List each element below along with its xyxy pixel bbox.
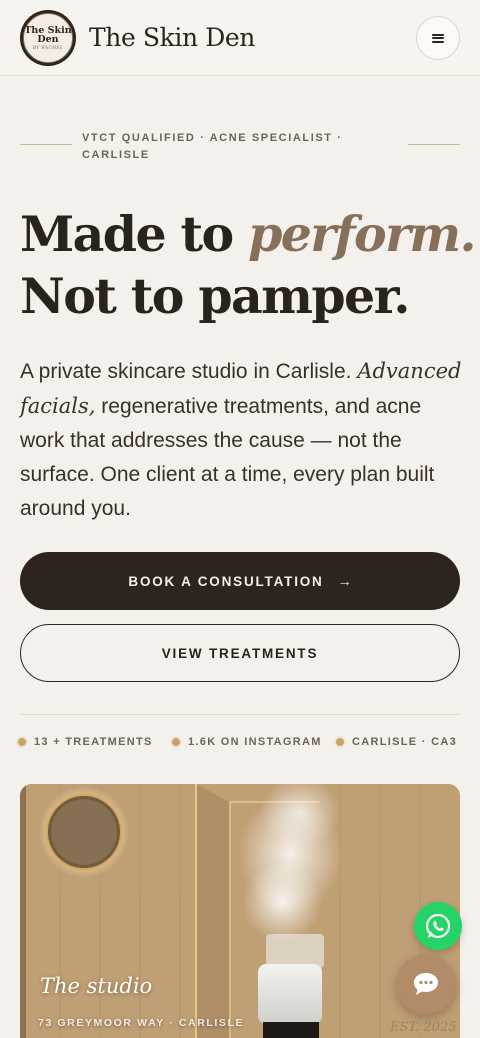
eyebrow-line2: CARLISLE [82, 149, 150, 161]
site-header: The Skin Den BY RACHEL The Skin Den [0, 0, 480, 76]
headline-part1: Made to [20, 205, 249, 263]
stat-label: 1.6K ON INSTAGRAM [188, 736, 322, 748]
book-consultation-label: BOOK A CONSULTATION [128, 573, 324, 589]
stat-dot-icon [18, 738, 26, 746]
divider [20, 714, 460, 715]
chat-button[interactable] [396, 954, 456, 1014]
lead-part1: A private skincare studio in Carlisle. [20, 360, 358, 383]
brand-name[interactable]: The Skin Den [89, 22, 255, 54]
headline-accent: perform. [248, 205, 477, 263]
menu-button[interactable] [416, 16, 460, 60]
studio-title: The studio [40, 974, 153, 998]
eyebrow-text: VTCT QUALIFIED · ACNE SPECIALIST · CARLI… [82, 130, 382, 164]
logo-text-line2: Den [37, 33, 59, 45]
studio-photo [20, 784, 460, 1038]
hero-headline: Made to perform. Not to pamper. [20, 203, 477, 327]
eyebrow-line1: VTCT QUALIFIED · ACNE SPECIALIST · [82, 132, 343, 144]
view-treatments-button[interactable]: VIEW TREATMENTS [20, 624, 460, 682]
book-consultation-button[interactable]: BOOK A CONSULTATION → [20, 552, 460, 610]
hero-lead: A private skincare studio in Carlisle. A… [20, 354, 465, 526]
stat-instagram: 1.6K ON INSTAGRAM [172, 736, 322, 748]
eyebrow-rule-right [408, 144, 460, 145]
whatsapp-button[interactable] [414, 902, 462, 950]
eyebrow: VTCT QUALIFIED · ACNE SPECIALIST · CARLI… [20, 126, 460, 166]
studio-address: 73 GREYMOOR WAY · CARLISLE [38, 1017, 245, 1029]
arrow-right-icon: → [337, 573, 352, 589]
stat-treatments: 13 + TREATMENTS [18, 736, 153, 748]
view-treatments-label: VIEW TREATMENTS [161, 645, 319, 661]
chat-bubble-icon [414, 973, 438, 995]
whatsapp-icon [425, 913, 451, 939]
hamburger-icon [432, 33, 444, 43]
stat-label: 13 + TREATMENTS [34, 736, 153, 748]
headline-line2: Not to pamper. [20, 267, 410, 325]
stat-dot-icon [336, 738, 344, 746]
stat-dot-icon [172, 738, 180, 746]
logo-text-line3: BY RACHEL [32, 45, 64, 51]
studio-year: EST. 2025 [390, 1020, 457, 1035]
logo[interactable]: The Skin Den BY RACHEL [20, 10, 76, 66]
eyebrow-rule-left [20, 144, 72, 145]
stat-label: CARLISLE · CA3 [352, 736, 457, 748]
logo-inner: The Skin Den BY RACHEL [23, 13, 73, 63]
stat-location: CARLISLE · CA3 [336, 736, 457, 748]
stats-strip: 13 + TREATMENTS 1.6K ON INSTAGRAM CARLIS… [18, 736, 468, 752]
studio-image-card[interactable]: The studio 73 GREYMOOR WAY · CARLISLE ES… [20, 784, 460, 1038]
